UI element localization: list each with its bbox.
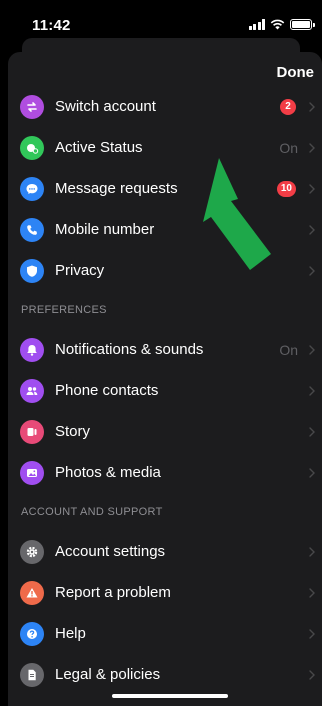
- row-value: On: [279, 341, 298, 358]
- chevron-right-icon: [304, 183, 320, 194]
- row-label: Legal & policies: [55, 666, 161, 683]
- status-icons: [248, 19, 315, 30]
- row-label: Phone contacts: [55, 382, 159, 399]
- shield-icon: [20, 258, 44, 283]
- warning-icon: [20, 580, 44, 605]
- settings-row-help[interactable]: Help: [8, 613, 322, 654]
- settings-row-privacy[interactable]: Privacy: [8, 250, 322, 291]
- row-label: Account settings: [55, 543, 166, 560]
- message-requests-icon: [20, 176, 44, 201]
- settings-row-switch-account[interactable]: Switch account 2: [8, 86, 322, 127]
- help-icon: [20, 621, 44, 646]
- chevron-right-icon: [304, 142, 320, 153]
- story-icon: [20, 419, 44, 444]
- settings-row-report-a-problem[interactable]: Report a problem: [8, 572, 322, 613]
- home-indicator: [112, 694, 228, 698]
- section-header-account-support: ACCOUNT AND SUPPORT: [21, 506, 163, 518]
- settings-row-mobile-number[interactable]: Mobile number: [8, 209, 322, 250]
- row-value: On: [279, 139, 298, 156]
- row-label: Privacy: [55, 262, 105, 279]
- chevron-right-icon: [304, 426, 320, 437]
- row-label: Help: [55, 625, 86, 642]
- chevron-right-icon: [304, 385, 320, 396]
- chevron-right-icon: [304, 265, 320, 276]
- support-list: Account settings Report a problem Help Lega…: [8, 531, 322, 695]
- gear-icon: [20, 539, 44, 564]
- settings-row-notifications-and-sounds[interactable]: Notifications & sounds On: [8, 329, 322, 370]
- row-label: Notifications & sounds: [55, 341, 204, 358]
- status-time: 11:42: [32, 17, 71, 34]
- settings-row-phone-contacts[interactable]: Phone contacts: [8, 370, 322, 411]
- notification-badge: 2: [280, 98, 296, 115]
- wifi-icon: [270, 19, 285, 30]
- row-label: Mobile number: [55, 221, 155, 238]
- settings-row-message-requests[interactable]: Message requests 10: [8, 168, 322, 209]
- photos-icon: [20, 460, 44, 485]
- chevron-right-icon: [304, 669, 320, 680]
- active-status-icon: [20, 135, 44, 160]
- account-list: Switch account 2 Active Status On Message re…: [8, 86, 322, 291]
- bell-icon: [20, 337, 44, 362]
- done-button[interactable]: Done: [277, 64, 315, 81]
- row-label: Report a problem: [55, 584, 171, 601]
- contacts-icon: [20, 378, 44, 403]
- document-icon: [20, 662, 44, 687]
- settings-row-legal-and-policies[interactable]: Legal & policies: [8, 654, 322, 695]
- preferences-list: Notifications & sounds On Phone contacts St…: [8, 329, 322, 493]
- row-label: Message requests: [55, 180, 178, 197]
- settings-row-photos-and-media[interactable]: Photos & media: [8, 452, 322, 493]
- settings-row-active-status[interactable]: Active Status On: [8, 127, 322, 168]
- row-label: Active Status: [55, 139, 143, 156]
- chevron-right-icon: [304, 344, 320, 355]
- settings-row-account-settings[interactable]: Account settings: [8, 531, 322, 572]
- section-header-preferences: PREFERENCES: [21, 304, 107, 316]
- row-label: Photos & media: [55, 464, 161, 481]
- chevron-right-icon: [304, 101, 320, 112]
- row-label: Story: [55, 423, 91, 440]
- notification-badge: 10: [276, 180, 296, 197]
- battery-icon: [290, 19, 315, 30]
- chevron-right-icon: [304, 467, 320, 478]
- switch-account-icon: [20, 94, 44, 119]
- settings-sheet: Done Switch account 2 Active Status On Messa…: [8, 52, 322, 706]
- sheet-header: Done: [8, 52, 322, 86]
- chevron-right-icon: [304, 628, 320, 639]
- phone-icon: [20, 217, 44, 242]
- settings-row-story[interactable]: Story: [8, 411, 322, 452]
- chevron-right-icon: [304, 224, 320, 235]
- row-label: Switch account: [55, 98, 156, 115]
- cellular-signal-icon: [248, 19, 265, 30]
- chevron-right-icon: [304, 587, 320, 598]
- chevron-right-icon: [304, 546, 320, 557]
